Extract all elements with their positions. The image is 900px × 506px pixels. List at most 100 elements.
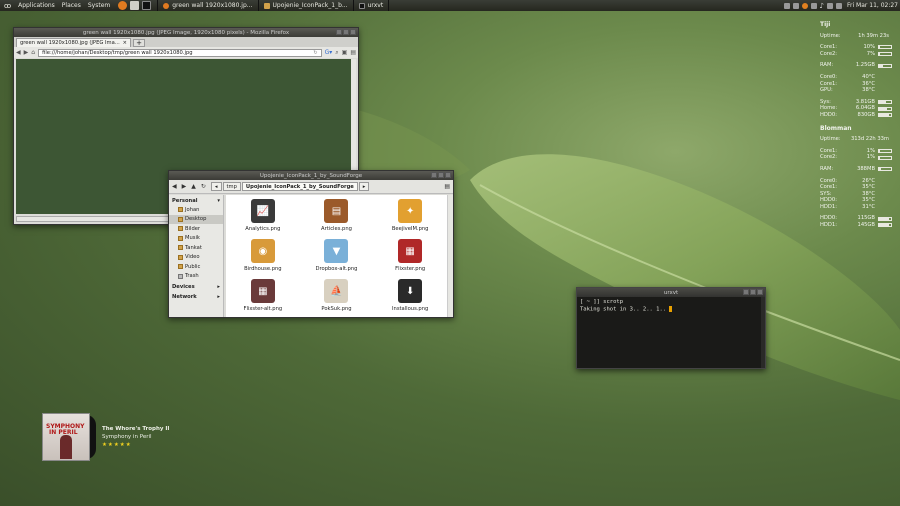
file-item[interactable]: ✦ BeejiveIM.png — [373, 199, 447, 239]
file-item[interactable]: ▦ Flixster-alt.png — [226, 279, 300, 319]
file-item[interactable]: ▤ Articles.png — [300, 199, 374, 239]
section-network[interactable]: Network ▸ — [169, 291, 223, 301]
file-item[interactable]: ▼ Dropbox-alt.png — [300, 239, 374, 279]
browser-tab[interactable]: green wall 1920x1080.jpg (JPEG Ima... × — [16, 38, 131, 47]
back-icon[interactable]: ◀ — [16, 49, 21, 56]
terminal-launcher-icon[interactable] — [142, 1, 152, 10]
usage-bar — [878, 52, 892, 57]
volume-icon[interactable] — [835, 2, 842, 9]
sidebar-item-desktop[interactable]: Desktop — [169, 214, 223, 224]
sidebar-item-public[interactable]: Public — [169, 262, 223, 272]
top-panel: ꝏ Applications Places System green wall … — [0, 0, 900, 11]
menu-icon[interactable]: ▤ — [350, 49, 356, 56]
section-personal[interactable]: Personal ▾ — [169, 195, 223, 205]
url-bar[interactable]: file:///home/johan/Desktop/tmp/green wal… — [38, 48, 322, 57]
menu-system[interactable]: System — [88, 2, 110, 9]
files-launcher-icon[interactable] — [130, 1, 140, 10]
file-item[interactable]: 📈 Analytics.png — [226, 199, 300, 239]
file-item[interactable]: ⛵ PokSuk.png — [300, 279, 374, 319]
vertical-scrollbar[interactable] — [761, 297, 765, 368]
close-button[interactable] — [445, 172, 451, 178]
update-icon[interactable] — [801, 2, 808, 9]
flixster-alt-icon: ▦ — [250, 279, 275, 303]
file-item[interactable]: ▦ Flixster.png — [373, 239, 447, 279]
crumb-right-arrow[interactable]: ▸ — [358, 182, 370, 191]
section-devices[interactable]: Devices ▸ — [169, 281, 223, 291]
close-button[interactable] — [350, 29, 356, 35]
folder-icon — [178, 207, 183, 213]
task-nautilus[interactable]: Upojenie_IconPack_1_b... — [257, 0, 353, 11]
file-item[interactable]: ◉ Birdhouse.png — [226, 239, 300, 279]
music-icon[interactable]: ♪ — [820, 2, 824, 10]
album-name: Symphony in Peril — [102, 434, 152, 440]
search-engine-icon[interactable]: G▾ — [325, 49, 333, 56]
maximize-button[interactable] — [750, 289, 756, 295]
nav-toolbar: ◀ ▶ ⌂ file:///home/johan/Desktop/tmp/gre… — [14, 47, 358, 58]
sidebar-item-video[interactable]: Video — [169, 253, 223, 263]
crumb-tmp[interactable]: tmp — [222, 182, 241, 191]
network-icon[interactable] — [826, 2, 833, 9]
window-titlebar[interactable]: urxvt — [577, 288, 765, 297]
gnome-foot-icon[interactable]: ꝏ — [4, 2, 11, 10]
usage-bar — [878, 45, 892, 50]
maximize-button[interactable] — [343, 29, 349, 35]
reload-icon[interactable]: ↻ — [313, 50, 317, 56]
task-terminal[interactable]: urxvt — [352, 0, 390, 11]
task-firefox[interactable]: green wall 1920x1080.jp... — [157, 0, 257, 11]
window-titlebar[interactable]: Upojenie_IconPack_1_by_SoundForge — [169, 171, 453, 180]
terminal-output[interactable]: [ ~ ]] scrotp Taking shot in 3.. 2.. 1.. — [577, 297, 765, 316]
album-cover[interactable]: SYMPHONY IN PERIL — [42, 413, 90, 461]
file-item[interactable]: ⬇ Installous.png — [373, 279, 447, 319]
menu-places[interactable]: Places — [62, 2, 81, 9]
collapse-icon[interactable]: ▾ — [217, 198, 220, 204]
cursor — [669, 306, 673, 312]
mail-icon[interactable] — [792, 2, 799, 9]
forward-icon[interactable]: ▶ — [182, 183, 187, 190]
ram-row: RAM: 1.25GB — [820, 62, 892, 69]
maximize-button[interactable] — [438, 172, 444, 178]
view-icon[interactable]: ▤ — [444, 183, 450, 190]
prompt-line: [ ~ ]] scrotp — [580, 299, 624, 305]
sidebar-item-musik[interactable]: Musik — [169, 234, 223, 244]
close-button[interactable] — [757, 289, 763, 295]
rating-stars[interactable]: ★★★★★ — [102, 441, 169, 449]
flixster-icon: ▦ — [398, 239, 423, 263]
file-manager-window[interactable]: Upojenie_IconPack_1_by_SoundForge ◀ ▶ ▲ … — [168, 170, 454, 318]
cover-figure — [60, 435, 72, 459]
system-tray: ♪ Fri Mar 11, 02:27 — [783, 0, 898, 11]
menu-applications[interactable]: Applications — [18, 2, 55, 9]
new-tab-button[interactable]: + — [133, 39, 145, 47]
window-titlebar[interactable]: green wall 1920x1080.jpg (JPEG Image, 19… — [14, 28, 358, 37]
expand-icon[interactable]: ▸ — [217, 284, 220, 290]
expand-icon[interactable]: ▸ — [217, 294, 220, 300]
rss-icon[interactable] — [783, 2, 790, 9]
forward-icon[interactable]: ▶ — [24, 49, 29, 56]
reload-icon[interactable]: ↻ — [201, 183, 206, 190]
usage-bar — [878, 216, 892, 221]
crumb-left-arrow[interactable]: ◂ — [210, 182, 222, 191]
minimize-button[interactable] — [431, 172, 437, 178]
search-icon[interactable]: ⌕ — [335, 49, 338, 57]
firefox-launcher-icon[interactable] — [118, 1, 128, 10]
sidebar-item-tankat[interactable]: Tankat — [169, 243, 223, 253]
sidebar-item-johan[interactable]: Johan — [169, 205, 223, 215]
file-name: Birdhouse.png — [244, 266, 282, 272]
home-icon[interactable]: ⌂ — [31, 49, 35, 56]
up-icon[interactable]: ▲ — [191, 183, 196, 190]
folder-icon — [178, 264, 183, 270]
crumb-current[interactable]: Upojenie_IconPack_1_by_SoundForge — [241, 182, 358, 191]
minimize-button[interactable] — [336, 29, 342, 35]
cpu-row: Core1: 10% — [820, 44, 892, 51]
temp-row: HDD0: 35°C — [820, 197, 875, 204]
terminal-window[interactable]: urxvt [ ~ ]] scrotp Taking shot in 3.. 2… — [576, 287, 766, 369]
clock[interactable]: Fri Mar 11, 02:27 — [847, 2, 898, 9]
close-tab-icon[interactable]: × — [123, 40, 127, 46]
sidebar-item-bilder[interactable]: Bilder — [169, 224, 223, 234]
chat-icon[interactable] — [810, 2, 817, 9]
minimize-button[interactable] — [743, 289, 749, 295]
back-icon[interactable]: ◀ — [172, 183, 177, 190]
sidebar-item-trash[interactable]: Trash — [169, 272, 223, 282]
disk-row: Home: 6.04GB — [820, 105, 892, 112]
addon-icon[interactable]: ▣ — [342, 49, 348, 56]
vertical-scrollbar[interactable] — [447, 195, 453, 317]
